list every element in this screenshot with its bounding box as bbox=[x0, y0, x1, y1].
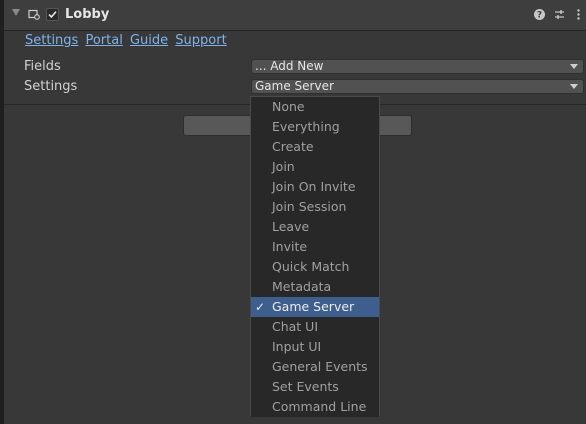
link-settings[interactable]: Settings bbox=[25, 33, 78, 48]
menu-item-label: Join Session bbox=[272, 199, 347, 214]
presets-icon[interactable] bbox=[553, 8, 566, 21]
menu-item-label: Join On Invite bbox=[272, 179, 356, 194]
enable-checkbox[interactable] bbox=[46, 8, 59, 21]
svg-text:?: ? bbox=[537, 11, 542, 21]
fields-label: Fields bbox=[24, 59, 61, 74]
component-header[interactable]: Lobby ? bbox=[4, 0, 586, 31]
component-icon bbox=[28, 9, 40, 20]
menu-item[interactable]: Quick Match bbox=[251, 257, 379, 277]
menu-item-label: Create bbox=[272, 139, 314, 154]
check-icon: ✓ bbox=[255, 300, 266, 314]
menu-item[interactable]: Invite bbox=[251, 237, 379, 257]
menu-item[interactable]: Leave bbox=[251, 217, 379, 237]
help-links: Settings Portal Guide Support bbox=[25, 33, 230, 48]
chevron-down-icon bbox=[570, 84, 578, 89]
menu-item[interactable]: Join bbox=[251, 157, 379, 177]
settings-label: Settings bbox=[24, 79, 78, 94]
menu-item[interactable]: Chat UI bbox=[251, 317, 379, 337]
fields-dropdown-value: ... Add New bbox=[255, 59, 324, 73]
menu-item-label: General Events bbox=[272, 359, 368, 374]
menu-item-label: Command Line bbox=[272, 399, 367, 414]
fields-dropdown[interactable]: ... Add New bbox=[251, 59, 584, 74]
menu-item[interactable]: Set Events bbox=[251, 377, 379, 397]
menu-item[interactable]: Command Line bbox=[251, 397, 379, 417]
component-title: Lobby bbox=[65, 7, 110, 22]
settings-dropdown-value: Game Server bbox=[255, 79, 334, 93]
menu-item-selected[interactable]: ✓ Game Server bbox=[251, 297, 379, 317]
menu-item[interactable]: Join Session bbox=[251, 197, 379, 217]
menu-item[interactable]: General Events bbox=[251, 357, 379, 377]
menu-item[interactable]: Input UI bbox=[251, 337, 379, 357]
menu-item-label: Join bbox=[272, 159, 295, 174]
menu-item-label: Invite bbox=[272, 239, 308, 254]
menu-item-label: Metadata bbox=[272, 279, 332, 294]
menu-item-label: Everything bbox=[272, 119, 340, 134]
menu-item-label: Leave bbox=[272, 219, 310, 234]
menu-item[interactable]: Everything bbox=[251, 117, 379, 137]
menu-item-label: Game Server bbox=[272, 299, 355, 314]
menu-item[interactable]: None bbox=[251, 97, 379, 117]
checkmark-icon bbox=[48, 11, 57, 19]
help-icon[interactable]: ? bbox=[533, 8, 546, 21]
menu-item[interactable]: Join On Invite bbox=[251, 177, 379, 197]
chevron-down-icon bbox=[570, 64, 578, 69]
menu-item-label: Input UI bbox=[272, 339, 322, 354]
settings-dropdown[interactable]: Game Server bbox=[251, 79, 584, 94]
link-portal[interactable]: Portal bbox=[85, 33, 122, 48]
window-left-edge bbox=[0, 0, 4, 424]
menu-item-label: None bbox=[272, 99, 305, 114]
kebab-menu-icon[interactable] bbox=[572, 8, 585, 21]
menu-item-label: Chat UI bbox=[272, 319, 319, 334]
link-guide[interactable]: Guide bbox=[130, 33, 168, 48]
link-support[interactable]: Support bbox=[175, 33, 226, 48]
settings-dropdown-menu: None Everything Create Join Join On Invi… bbox=[250, 96, 380, 417]
menu-item-label: Quick Match bbox=[272, 259, 350, 274]
menu-item[interactable]: Create bbox=[251, 137, 379, 157]
menu-item-label: Set Events bbox=[272, 379, 339, 394]
triangle-down-icon[interactable] bbox=[12, 9, 20, 16]
menu-item[interactable]: Metadata bbox=[251, 277, 379, 297]
